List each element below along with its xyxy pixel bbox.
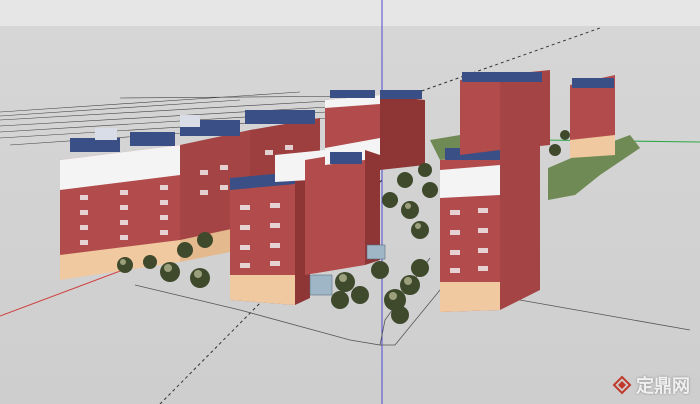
dingding-logo-icon (612, 375, 632, 395)
watermark-text: 定鼎网 (636, 376, 690, 397)
watermark: 定鼎网 (612, 372, 690, 398)
building-back-right (460, 70, 615, 158)
glass-entrance (309, 274, 333, 296)
model-viewport[interactable]: 定鼎网 (0, 0, 700, 404)
scene-canvas (0, 0, 700, 404)
road-edge-2 (380, 289, 691, 346)
glass-entrance-2 (366, 244, 386, 260)
